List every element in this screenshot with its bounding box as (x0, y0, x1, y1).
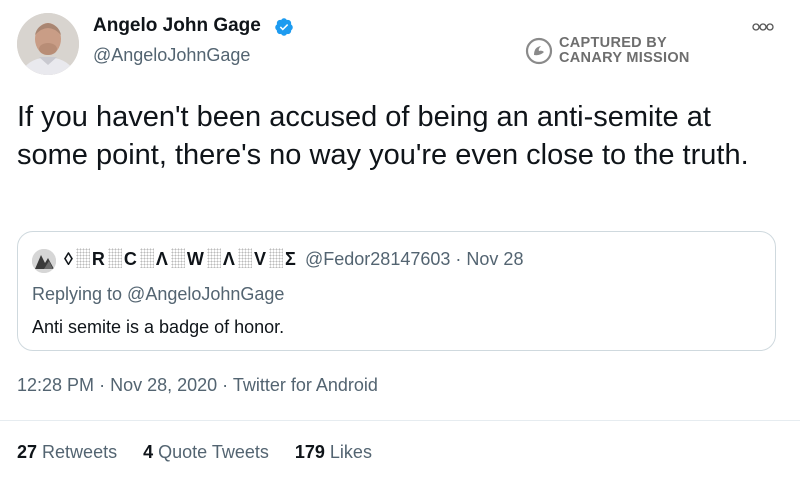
quoted-name-char: V (253, 249, 267, 269)
tweet-timestamp: 12:28 PM · Nov 28, 2020 · Twitter for An… (17, 375, 378, 396)
pixel-box (139, 248, 154, 268)
quoted-name-char: W (186, 249, 205, 269)
quoted-name-char: R (91, 249, 106, 269)
quoted-name-char: ◊ (64, 249, 74, 269)
watermark-text: CAPTURED BY CANARY MISSION (559, 36, 690, 66)
tweet-date[interactable]: Nov 28, 2020 (110, 375, 217, 395)
author-handle[interactable]: @AngeloJohnGage (93, 45, 250, 66)
quoted-author-name[interactable]: ◊ R C Λ W Λ V Σ (64, 248, 297, 270)
quoted-tweet-text: Anti semite is a badge of honor. (32, 317, 285, 337)
quoted-name-char: C (123, 249, 138, 269)
likes-count: 179 (294, 442, 325, 462)
meta-separator: · (455, 249, 462, 269)
quoted-avatar-image (32, 249, 56, 273)
engagement-stats: 27 Retweets 4 Quote Tweets 179 Likes (17, 442, 398, 463)
quote-tweets-stat[interactable]: 4 Quote Tweets (143, 442, 269, 463)
pixel-box (206, 248, 221, 268)
quoted-name-char: Σ (284, 249, 297, 269)
quoted-handle[interactable]: @Fedor28147603 (305, 249, 450, 269)
canary-mission-icon (525, 37, 553, 65)
verified-badge-icon (275, 18, 293, 36)
meta-separator: · (99, 375, 106, 395)
watermark-line-1: CAPTURED BY (559, 35, 668, 51)
tweet-time[interactable]: 12:28 PM (17, 375, 94, 395)
retweets-label: Retweets (42, 442, 118, 462)
meta-separator: · (222, 375, 229, 395)
quote-tweets-label: Quote Tweets (158, 442, 269, 462)
quoted-tweet[interactable]: ◊ R C Λ W Λ V Σ @Fedor28147603 · Nov 28 Replyin… (17, 231, 776, 351)
likes-stat[interactable]: 179 Likes (295, 442, 372, 463)
author-avatar[interactable] (17, 13, 79, 75)
quoted-name-char: Λ (222, 249, 236, 269)
tweet-card: Angelo John Gage @AngeloJohnGage CAPTURE… (0, 0, 800, 487)
likes-label: Likes (329, 442, 372, 462)
divider (0, 420, 800, 421)
quoted-name-char: Λ (155, 249, 169, 269)
quoted-meta: @Fedor28147603 · Nov 28 (305, 249, 523, 270)
watermark-line-2: CANARY MISSION (559, 50, 690, 66)
more-options-icon[interactable] (752, 22, 774, 32)
retweets-stat[interactable]: 27 Retweets (17, 442, 117, 463)
quoted-date[interactable]: Nov 28 (466, 249, 523, 269)
quote-tweets-count: 4 (143, 442, 154, 462)
pixel-box (237, 248, 252, 268)
author-display-name[interactable]: Angelo John Gage (93, 15, 261, 37)
pixel-box (107, 248, 122, 268)
quoted-author-avatar[interactable] (32, 249, 56, 273)
pixel-box (170, 248, 185, 268)
retweets-count: 27 (17, 442, 38, 462)
tweet-source[interactable]: Twitter for Android (233, 375, 378, 395)
captured-watermark: CAPTURED BY CANARY MISSION (525, 36, 690, 66)
tweet-text: If you haven't been accused of being an … (17, 101, 749, 171)
quoted-replying-to: Replying to @AngeloJohnGage (32, 284, 285, 304)
avatar-image (17, 13, 79, 75)
pixel-box (75, 248, 90, 268)
pixel-box (268, 248, 283, 268)
